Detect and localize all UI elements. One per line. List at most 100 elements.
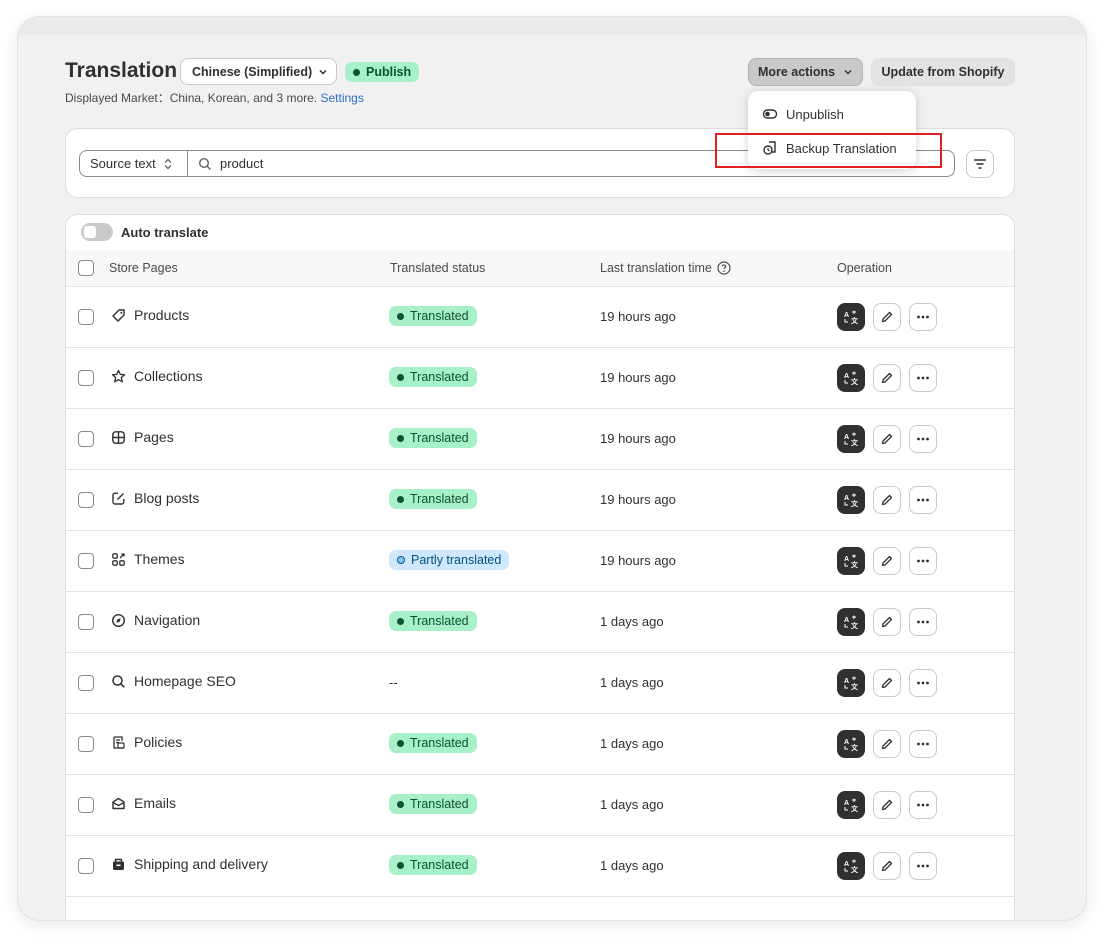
more-options-button[interactable] [909, 852, 937, 880]
page-name-cell[interactable]: Blog posts [111, 490, 199, 506]
row-checkbox[interactable] [78, 370, 94, 386]
translate-button[interactable]: A文 [837, 669, 865, 697]
more-options-button[interactable] [909, 608, 937, 636]
svg-text:A: A [844, 678, 849, 685]
row-checkbox[interactable] [78, 492, 94, 508]
row-checkbox[interactable] [78, 553, 94, 569]
translate-button[interactable]: A文 [837, 486, 865, 514]
row-checkbox[interactable] [78, 858, 94, 874]
page-name: Themes [134, 551, 185, 567]
last-translation-time: 1 days ago [600, 675, 664, 690]
svg-text:文: 文 [851, 865, 859, 874]
row-checkbox[interactable] [78, 675, 94, 691]
more-options-button[interactable] [909, 669, 937, 697]
row-checkbox[interactable] [78, 736, 94, 752]
status-empty: -- [389, 674, 398, 690]
layout-icon [112, 430, 125, 444]
row-operations: A文 [837, 852, 937, 880]
help-circle-icon[interactable] [717, 261, 731, 275]
row-checkbox[interactable] [78, 309, 94, 325]
page-name-cell[interactable]: Policies [111, 734, 182, 750]
backup-translation-label: Backup Translation [786, 140, 897, 156]
page-name-cell[interactable]: Products [111, 307, 189, 323]
translate-button[interactable]: A文 [837, 852, 865, 880]
edit-button[interactable] [873, 425, 901, 453]
update-from-shopify-button[interactable]: Update from Shopify [871, 58, 1015, 86]
page-name: Pages [134, 429, 174, 445]
last-translation-time: 1 days ago [600, 858, 664, 873]
row-operations: A文 [837, 486, 937, 514]
row-checkbox[interactable] [78, 431, 94, 447]
edit-button[interactable] [873, 364, 901, 392]
column-last-translation-time: Last translation time [600, 261, 731, 275]
language-select[interactable]: Chinese (Simplified) [180, 58, 337, 85]
status-dot-icon [353, 68, 360, 76]
table-row: Homepage SEO -- 1 days ago A文 [66, 653, 1014, 714]
row-operations: A文 [837, 364, 937, 392]
auto-translate-toggle[interactable] [81, 223, 113, 241]
last-translation-time: 19 hours ago [600, 492, 676, 507]
column-operation: Operation [837, 261, 892, 275]
more-options-button[interactable] [909, 547, 937, 575]
page-name-cell[interactable]: Themes [111, 551, 185, 567]
translate-button[interactable]: A文 [837, 425, 865, 453]
last-translation-time: 19 hours ago [600, 309, 676, 324]
translate-button[interactable]: A文 [837, 791, 865, 819]
filter-button[interactable] [966, 150, 994, 178]
menu-item-unpublish[interactable]: Unpublish [762, 103, 844, 125]
edit-button[interactable] [873, 730, 901, 758]
page-name-cell[interactable]: Pages [111, 429, 174, 445]
more-options-button[interactable] [909, 486, 937, 514]
publish-badge: Publish [345, 62, 420, 82]
page-name: Products [134, 307, 190, 323]
ellipsis-icon [917, 742, 929, 746]
page-name-cell[interactable]: Navigation [111, 612, 200, 628]
translate-button[interactable]: A文 [837, 303, 865, 331]
more-options-button[interactable] [909, 364, 937, 392]
status-label: Translated [410, 736, 469, 750]
edit-button[interactable] [873, 547, 901, 575]
more-options-button[interactable] [909, 730, 937, 758]
more-options-button[interactable] [909, 425, 937, 453]
more-actions-menu: Unpublish Backup Translation [748, 91, 916, 169]
page-name-cell[interactable]: Shipping and delivery [111, 856, 268, 872]
edit-button[interactable] [873, 303, 901, 331]
page-title: Translation [65, 59, 178, 82]
translate-icon: A文 [844, 859, 859, 874]
row-checkbox[interactable] [78, 614, 94, 630]
translate-button[interactable]: A文 [837, 364, 865, 392]
chevron-down-icon [319, 69, 327, 75]
settings-link[interactable]: Settings [320, 91, 363, 105]
status-badge: Translated [389, 611, 477, 631]
edit-button[interactable] [873, 791, 901, 819]
page-name: Blog posts [134, 490, 200, 506]
last-translation-time: 19 hours ago [600, 553, 676, 568]
pencil-icon [881, 372, 893, 384]
translate-icon: A文 [844, 432, 859, 447]
source-text-select[interactable]: Source text [80, 151, 188, 176]
edit-button[interactable] [873, 486, 901, 514]
svg-text:A: A [844, 800, 849, 807]
select-all-checkbox[interactable] [78, 260, 94, 276]
edit-button[interactable] [873, 852, 901, 880]
page-name-cell[interactable]: Emails [111, 795, 176, 811]
page-name-cell[interactable]: Homepage SEO [111, 673, 236, 689]
edit-button[interactable] [873, 669, 901, 697]
row-checkbox[interactable] [78, 797, 94, 813]
displayed-market: Displayed Market：China, Korean, and 3 mo… [65, 89, 364, 106]
more-options-button[interactable] [909, 791, 937, 819]
market-text: Displayed Market：China, Korean, and 3 mo… [65, 91, 318, 105]
translate-button[interactable]: A文 [837, 608, 865, 636]
ellipsis-icon [917, 620, 929, 624]
menu-item-backup-translation[interactable]: Backup Translation [762, 137, 897, 159]
edit-button[interactable] [873, 608, 901, 636]
more-options-button[interactable] [909, 303, 937, 331]
row-operations: A文 [837, 547, 937, 575]
more-actions-button[interactable]: More actions [748, 58, 863, 86]
page-name-cell[interactable]: Collections [111, 368, 202, 384]
translate-icon: A文 [844, 676, 859, 691]
source-text-label: Source text [90, 156, 156, 171]
translate-button[interactable]: A文 [837, 730, 865, 758]
translate-button[interactable]: A文 [837, 547, 865, 575]
translate-icon: A文 [844, 737, 859, 752]
